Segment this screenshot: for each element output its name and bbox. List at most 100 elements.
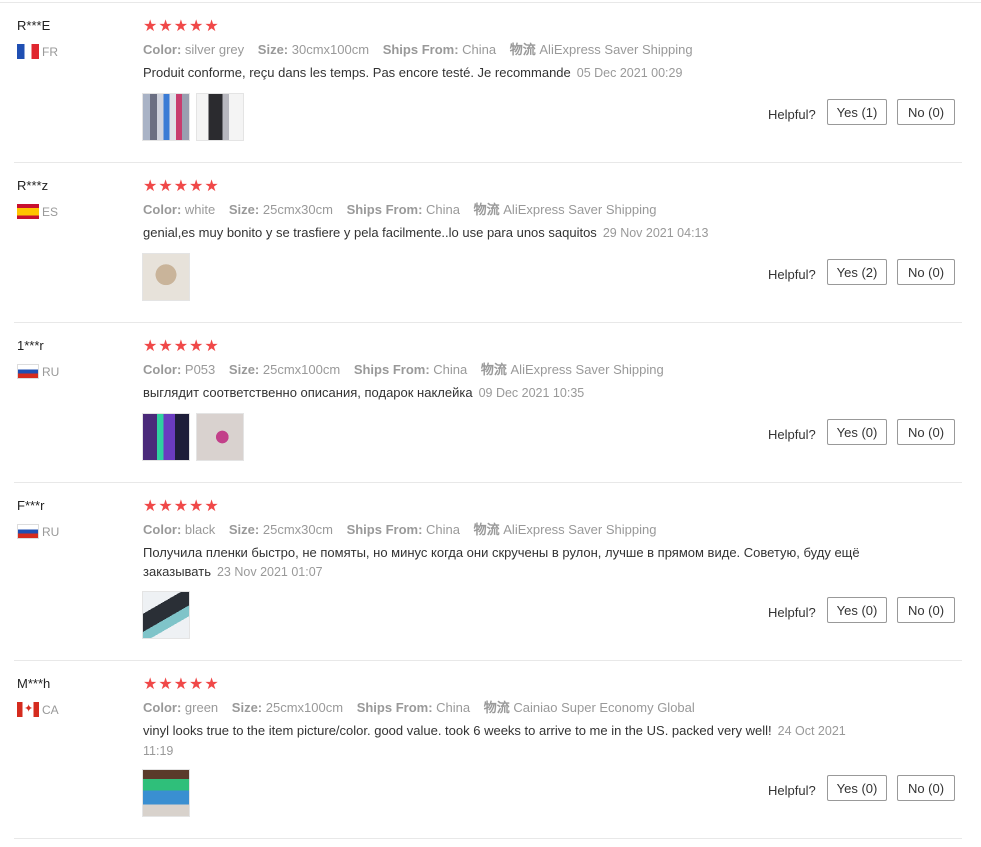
logistics-label: 物流	[509, 42, 536, 57]
reviewer-name: R***E	[17, 18, 51, 33]
size-label: Size:	[228, 362, 260, 377]
logistics-label: 物流	[480, 362, 507, 377]
flag-es-icon	[17, 204, 39, 219]
flag-ca-icon	[17, 702, 39, 717]
helpful-no-button[interactable]: No (0)	[897, 419, 955, 445]
ships-from-value: China	[426, 202, 460, 217]
helpful-label: Helpful?	[768, 605, 816, 620]
review-comment: vinyl looks true to the item picture/col…	[143, 723, 772, 738]
reviewer-country: RU	[17, 364, 59, 379]
review-text: выглядит соответственно описания, подаро…	[143, 383, 863, 403]
review-comment: выглядит соответственно описания, подаро…	[143, 385, 473, 400]
ships-from-value: China	[436, 700, 471, 715]
color-label: Color:	[143, 522, 182, 537]
sku-attributes: Color: black Size: 25cmx30cm Ships From:…	[143, 519, 656, 538]
color-value: silver grey	[184, 42, 245, 57]
reviewer-country: FR	[17, 44, 58, 59]
review-photos	[142, 591, 190, 639]
review-photo[interactable]	[142, 591, 190, 639]
review-comment: genial,es muy bonito y se trasfiere y pe…	[143, 225, 597, 240]
review-date: 23 Nov 2021 01:07	[216, 565, 323, 579]
top-divider	[0, 2, 981, 3]
sku-attributes: Color: P053 Size: 25cmx100cm Ships From:…	[143, 359, 664, 378]
review-photos	[142, 769, 190, 817]
review-photo[interactable]	[142, 93, 190, 141]
helpful-label: Helpful?	[768, 267, 816, 282]
ships-from-value: China	[462, 42, 497, 57]
star-rating-icon: ★★★★★	[143, 498, 220, 515]
flag-ru-icon	[17, 524, 39, 539]
helpful-yes-button[interactable]: Yes (0)	[827, 775, 887, 801]
helpful-yes-button[interactable]: Yes (1)	[827, 99, 887, 125]
color-label: Color:	[143, 362, 182, 377]
helpful-no-button[interactable]: No (0)	[897, 775, 955, 801]
star-rating-icon: ★★★★★	[143, 18, 220, 35]
review-text: Получила пленки быстро, не помяты, но ми…	[143, 543, 863, 582]
review-item: R***z ES ★★★★★ Color: white Size: 25cmx3…	[0, 178, 981, 323]
country-code: CA	[42, 702, 59, 717]
review-divider	[14, 660, 962, 661]
size-label: Size:	[231, 700, 263, 715]
review-photo[interactable]	[196, 413, 244, 461]
size-value: 25cmx100cm	[265, 700, 344, 715]
sku-attributes: Color: silver grey Size: 30cmx100cm Ship…	[143, 39, 693, 58]
review-item: R***E FR ★★★★★ Color: silver grey Size: …	[0, 18, 981, 163]
helpful-yes-button[interactable]: Yes (0)	[827, 597, 887, 623]
ships-from-label: Ships From:	[346, 522, 423, 537]
reviewer-country: RU	[17, 524, 59, 539]
review-text: vinyl looks true to the item picture/col…	[143, 721, 863, 761]
ships-from-value: China	[433, 362, 468, 377]
helpful-yes-button[interactable]: Yes (0)	[827, 419, 887, 445]
color-value: black	[184, 522, 216, 537]
color-label: Color:	[143, 202, 182, 217]
review-photos	[142, 253, 190, 301]
country-code: RU	[42, 364, 60, 379]
helpful-label: Helpful?	[768, 427, 816, 442]
helpful-no-button[interactable]: No (0)	[897, 99, 955, 125]
color-value: P053	[184, 362, 216, 377]
review-divider	[14, 162, 962, 163]
review-date: 09 Dec 2021 10:35	[478, 386, 585, 400]
shipping-method: Cainiao Super Economy Global	[513, 700, 695, 715]
star-rating-icon: ★★★★★	[143, 178, 220, 195]
logistics-label: 物流	[473, 202, 500, 217]
country-code: ES	[42, 204, 59, 219]
review-photo[interactable]	[196, 93, 244, 141]
helpful-no-button[interactable]: No (0)	[897, 259, 955, 285]
helpful-no-button[interactable]: No (0)	[897, 597, 955, 623]
helpful-label: Helpful?	[768, 107, 816, 122]
reviewer-name: 1***r	[17, 338, 44, 353]
ships-from-label: Ships From:	[353, 362, 430, 377]
helpful-yes-button[interactable]: Yes (2)	[827, 259, 887, 285]
review-photo[interactable]	[142, 769, 190, 817]
flag-ru-icon	[17, 364, 39, 379]
reviewer-name: R***z	[17, 178, 49, 193]
review-date: 29 Nov 2021 04:13	[602, 226, 709, 240]
flag-fr-icon	[17, 44, 39, 59]
color-value: white	[184, 202, 216, 217]
size-label: Size:	[228, 202, 260, 217]
reviewer-country: ES	[17, 204, 58, 219]
review-photo[interactable]	[142, 253, 190, 301]
sku-attributes: Color: white Size: 25cmx30cm Ships From:…	[143, 199, 656, 218]
color-value: green	[184, 700, 219, 715]
size-value: 25cmx30cm	[262, 522, 333, 537]
ships-from-label: Ships From:	[356, 700, 433, 715]
review-comment: Produit conforme, reçu dans les temps. P…	[143, 65, 571, 80]
shipping-method: AliExpress Saver Shipping	[510, 362, 664, 377]
review-text: Produit conforme, reçu dans les temps. P…	[143, 63, 863, 83]
review-divider	[14, 322, 962, 323]
logistics-label: 物流	[483, 700, 510, 715]
size-label: Size:	[257, 42, 289, 57]
reviewer-name: F***r	[17, 498, 45, 513]
size-value: 30cmx100cm	[291, 42, 370, 57]
color-label: Color:	[143, 700, 182, 715]
ships-from-label: Ships From:	[382, 42, 459, 57]
size-label: Size:	[228, 522, 260, 537]
ships-from-value: China	[426, 522, 460, 537]
review-divider	[14, 482, 962, 483]
review-item: 1***r RU ★★★★★ Color: P053 Size: 25cmx10…	[0, 338, 981, 483]
review-photo[interactable]	[142, 413, 190, 461]
review-item: F***r RU ★★★★★ Color: black Size: 25cmx3…	[0, 498, 981, 661]
star-rating-icon: ★★★★★	[143, 338, 220, 355]
